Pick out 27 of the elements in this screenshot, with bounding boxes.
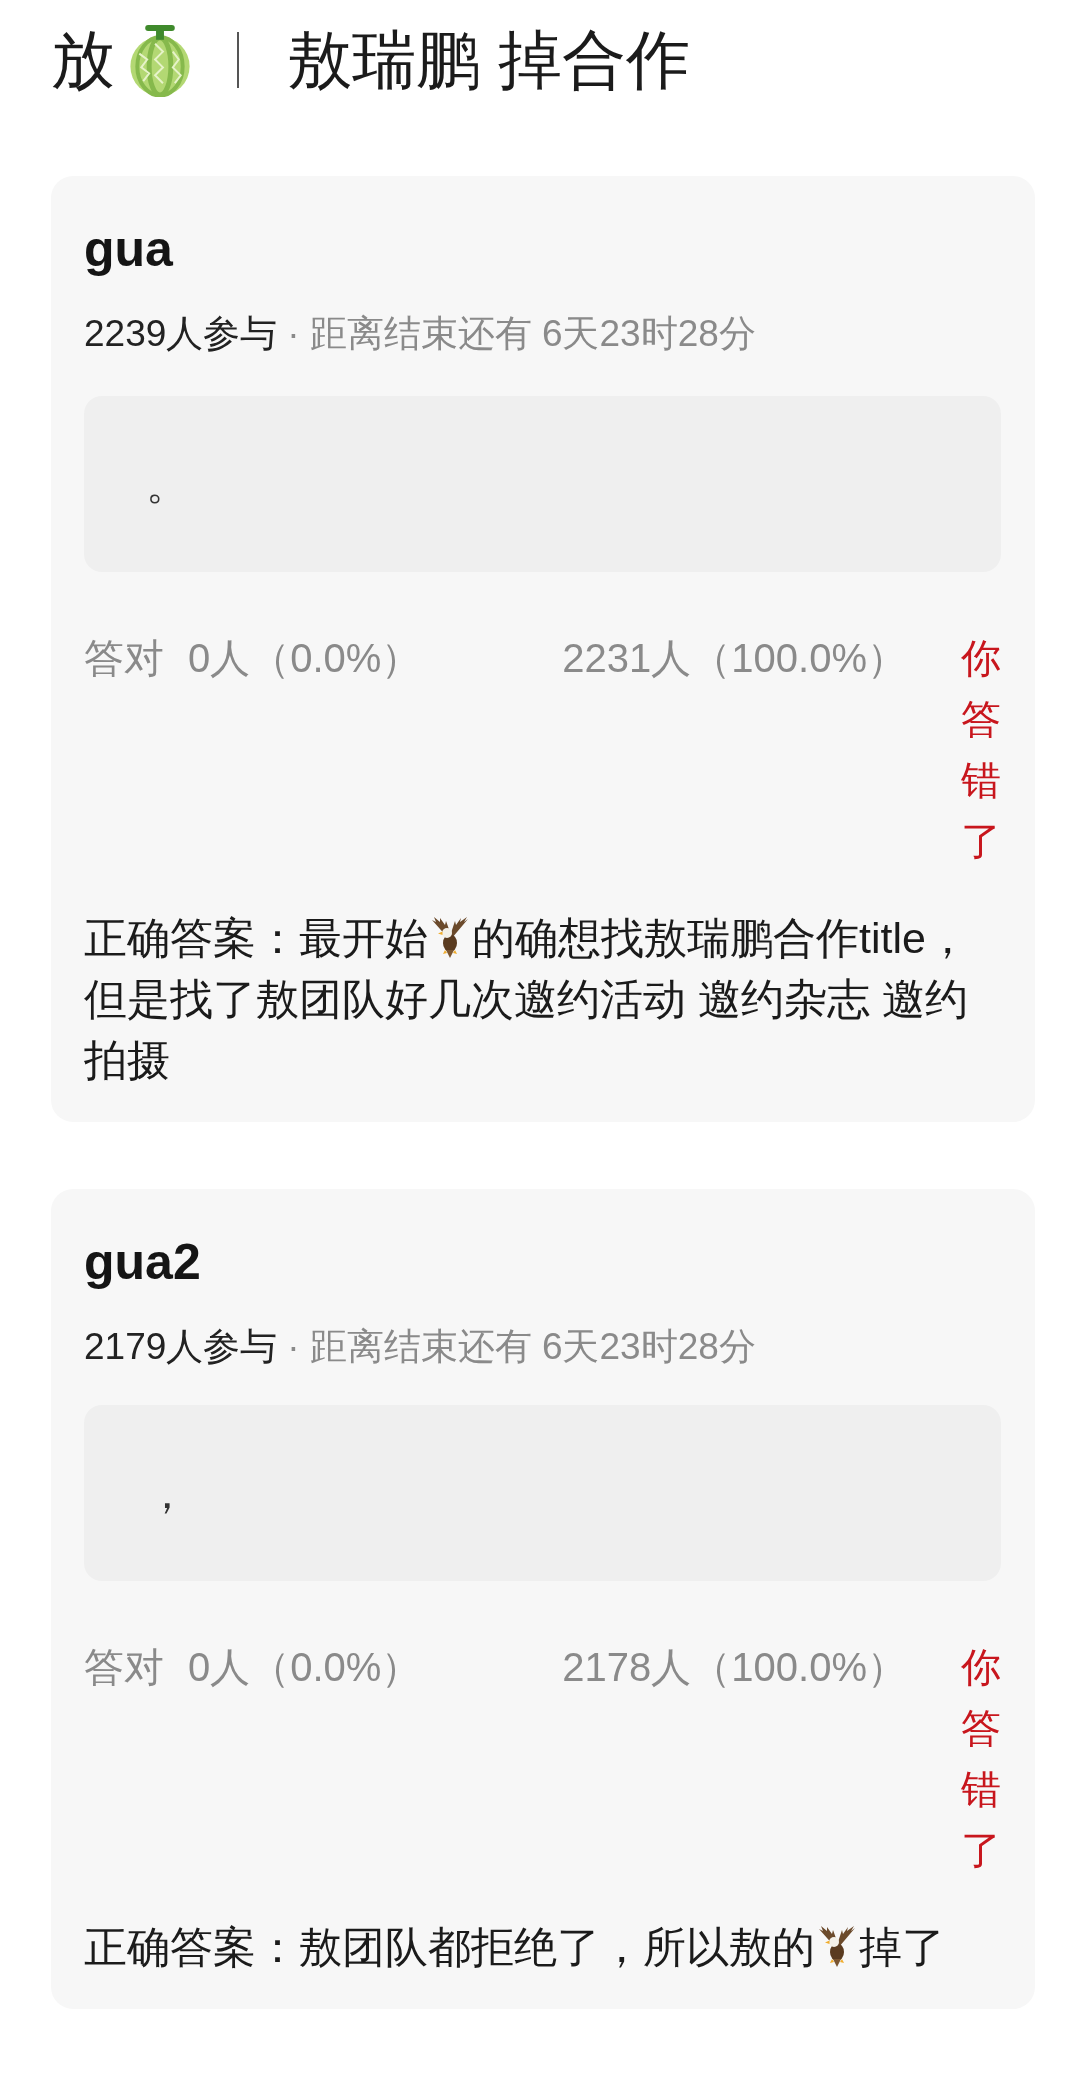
answer-text: 但是找了敖团队好几次邀约活动 邀约杂志 邀约拍摄: [84, 974, 969, 1086]
result-text: 你答错了: [961, 635, 1001, 865]
answer-option: ，: [84, 1405, 1001, 1581]
wrong-count: 2178人（100.0%）: [562, 1644, 907, 1691]
answer-text: 正确答案：敖团队都拒绝了，所以敖的: [84, 1922, 815, 1973]
quiz-title: gua2: [84, 1233, 202, 1292]
countdown-text: 距离结束还有 6天23时28分: [309, 312, 756, 356]
bird-icon: [817, 1925, 857, 1969]
wrong-count: 2231人（100.0%）: [562, 635, 907, 682]
answer-text: 的确想找敖瑞鹏合作title，: [472, 913, 969, 964]
countdown-text: 距离结束还有 6天23时28分: [309, 1325, 756, 1369]
separator-dot: ·: [287, 1325, 300, 1369]
answer-option: 。: [84, 396, 1001, 572]
result-text: 你答错了: [961, 1644, 1001, 1874]
participant-count: 2239人参与: [84, 312, 278, 356]
answer-text: 正确答案：最开始: [84, 913, 428, 964]
participant-count: 2179人参与: [84, 1325, 278, 1369]
quiz-title: gua: [84, 220, 174, 279]
correct-count: 0人（0.0%）: [188, 635, 422, 682]
header-label: 放: [51, 23, 115, 98]
correct-label: 答对: [84, 1644, 164, 1691]
correct-label: 答对: [84, 635, 164, 682]
answer-text: 掉了: [859, 1922, 945, 1973]
correct-count: 0人（0.0%）: [188, 1644, 422, 1691]
page-title: 敖瑞鹏 掉合作: [288, 23, 690, 98]
bird-icon: [430, 916, 470, 960]
separator-dot: ·: [287, 312, 300, 356]
